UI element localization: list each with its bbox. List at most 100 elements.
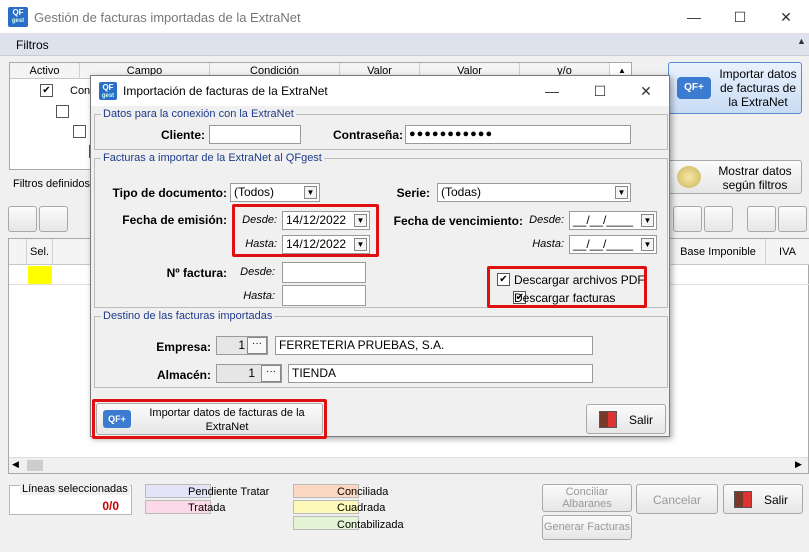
filtros-menu[interactable]: Filtros [16, 38, 49, 52]
grid-col-iva: IVA [766, 239, 809, 265]
dialog-import-button[interactable]: QF+ Importar datos de facturas de la Ext… [96, 403, 323, 435]
cliente-label: Cliente: [160, 128, 205, 142]
chevron-down-icon[interactable]: ▼ [354, 238, 367, 251]
mostrar-datos-button[interactable]: Mostrar datos según filtros [668, 160, 802, 194]
destino-group: Destino de las facturas importadas Empre… [94, 310, 668, 388]
collapse-up-icon[interactable]: ▲ [797, 36, 806, 46]
scroll-left-icon[interactable]: ◀ [12, 459, 19, 470]
grid-row-header [9, 239, 27, 265]
serie-select[interactable]: (Todas) ▼ [437, 183, 631, 202]
emision-desde-input[interactable]: 14/12/2022 ▼ [282, 211, 370, 230]
toolbar-button-6[interactable] [778, 206, 807, 232]
lineas-value: 0/0 [102, 499, 119, 513]
destino-group-title: Destino de las facturas importadas [101, 310, 275, 322]
nfactura-hasta-input[interactable] [282, 285, 366, 306]
conciliar-albaranes-button[interactable]: Conciliar Albaranes [542, 484, 632, 512]
facturas-group: Facturas a importar de la ExtraNet al QF… [94, 152, 668, 308]
grid-col-sel: Sel. [27, 239, 53, 265]
vencimiento-desde-input[interactable]: __/__/____ ▼ [569, 211, 657, 230]
serie-value: (Todas) [441, 185, 482, 199]
dialog-import-label: Importar datos de facturas de la ExtraNe… [149, 407, 305, 433]
filter-row-3-checkbox[interactable] [72, 125, 86, 138]
dialog-maximize-icon[interactable]: ☐ [577, 74, 623, 104]
password-input[interactable]: ●●●●●●●●●●● [405, 125, 631, 144]
nfactura-hasta-label: Hasta: [243, 290, 275, 302]
vencimiento-hasta-value: __/__/____ [573, 237, 634, 251]
almacen-name-field: TIENDA [288, 364, 593, 383]
cancelar-button[interactable]: Cancelar [636, 484, 718, 514]
cliente-input[interactable] [209, 125, 301, 144]
scrollbar-thumb[interactable] [27, 460, 43, 471]
generar-facturas-label: Generar Facturas [543, 521, 631, 533]
import-dialog[interactable]: QF gest Importación de facturas de la Ext… [90, 75, 670, 439]
filter-row-2-checkbox[interactable] [56, 105, 70, 118]
toolbar-button-5[interactable] [747, 206, 776, 232]
toolbar-button-3[interactable] [673, 206, 702, 232]
filtros-bar[interactable]: Filtros ▲ [0, 34, 809, 56]
descargar-pdf-checkbox[interactable] [497, 273, 510, 286]
main-titlebar: QF gest Gestión de facturas importadas de… [0, 0, 809, 34]
chevron-down-icon[interactable]: ▼ [354, 214, 367, 227]
emision-desde-label: Desde: [242, 214, 277, 226]
nfactura-desde-label: Desde: [240, 266, 275, 278]
descargar-facturas-label: Descargar facturas [514, 291, 616, 305]
toolbar-button-4[interactable] [704, 206, 733, 232]
password-label: Contraseña: [332, 128, 403, 142]
nfactura-label: Nº factura: [166, 266, 227, 280]
vencimiento-hasta-input[interactable]: __/__/____ ▼ [569, 235, 657, 254]
dialog-logo-icon: QF gest [99, 82, 117, 100]
filter-col-activo: Activo [10, 63, 80, 79]
emision-hasta-value: 14/12/2022 [286, 237, 347, 251]
horizontal-scrollbar[interactable]: ◀ ▶ [9, 457, 808, 473]
database-icon [677, 166, 701, 188]
chevron-down-icon[interactable]: ▼ [615, 186, 628, 199]
conexion-group-title: Datos para la conexión con la ExtraNet [101, 108, 296, 120]
dialog-close-icon[interactable]: ✕ [623, 74, 669, 104]
chevron-down-icon[interactable]: ▼ [641, 214, 654, 227]
exit-door-icon [599, 411, 617, 428]
lineas-label: Líneas seleccionadas [20, 483, 130, 495]
facturas-group-title: Facturas a importar de la ExtraNet al QF… [101, 152, 324, 164]
conciliar-albaranes-label: Conciliar Albaranes [562, 486, 612, 510]
dialog-salir-button[interactable]: Salir [586, 404, 666, 434]
fecha-emision-label: Fecha de emisión: [122, 213, 227, 227]
descargar-pdf-label: Descargar archivos PDF [514, 273, 645, 287]
toolbar-button-1[interactable] [8, 206, 37, 232]
empresa-lookup-icon[interactable]: ··· [247, 337, 267, 354]
grid-selected-cell[interactable] [28, 266, 52, 284]
filter-row-1-checkbox[interactable] [40, 84, 53, 97]
legend-label-contabilizada: Contabilizada [337, 519, 404, 531]
emision-hasta-input[interactable]: 14/12/2022 ▼ [282, 235, 370, 254]
fecha-vencimiento-label: Fecha de vencimiento: [393, 214, 523, 228]
empresa-name-field: FERRETERIA PRUEBAS, S.A. [275, 336, 593, 355]
close-icon[interactable]: ✕ [763, 0, 809, 34]
main-salir-button[interactable]: Salir [723, 484, 803, 514]
minimize-icon[interactable]: — [671, 0, 717, 34]
legend-label-cuadrada: Cuadrada [337, 502, 386, 514]
legend-label-conciliada: Conciliada [337, 486, 389, 498]
vencimiento-hasta-label: Hasta: [532, 238, 564, 250]
chevron-down-icon[interactable]: ▼ [304, 186, 317, 199]
tipo-documento-select[interactable]: (Todos) ▼ [230, 183, 320, 202]
exit-door-icon [734, 491, 752, 508]
scroll-right-icon[interactable]: ▶ [795, 459, 802, 470]
mostrar-datos-label: Mostrar datos según filtros [718, 164, 792, 192]
app-logo-icon: QF gest [8, 7, 28, 27]
grid-col-base-imponible: Base Imponible [671, 239, 766, 265]
dialog-titlebar: QF gest Importación de facturas de la Ext… [91, 76, 669, 106]
nfactura-desde-input[interactable] [282, 262, 366, 283]
legend-label-tratada: Tratada [188, 502, 226, 514]
tipo-documento-label: Tipo de documento: [112, 186, 227, 200]
almacen-lookup-icon[interactable]: ··· [261, 365, 281, 382]
generar-facturas-button[interactable]: Generar Facturas [542, 515, 632, 540]
maximize-icon[interactable]: ☐ [717, 0, 763, 34]
toolbar-button-2[interactable] [39, 206, 68, 232]
chevron-down-icon[interactable]: ▼ [641, 238, 654, 251]
vencimiento-desde-label: Desde: [529, 214, 564, 226]
import-extranet-main-button[interactable]: QF+ Importar datos de facturas de la Ext… [668, 62, 802, 114]
lineas-seleccionadas-box: Líneas seleccionadas 0/0 [9, 483, 132, 515]
qf-import-icon: QF+ [677, 77, 711, 99]
cancelar-label: Cancelar [652, 493, 702, 507]
dialog-minimize-icon[interactable]: — [529, 74, 575, 104]
conexion-group: Datos para la conexión con la ExtraNet C… [94, 108, 668, 150]
